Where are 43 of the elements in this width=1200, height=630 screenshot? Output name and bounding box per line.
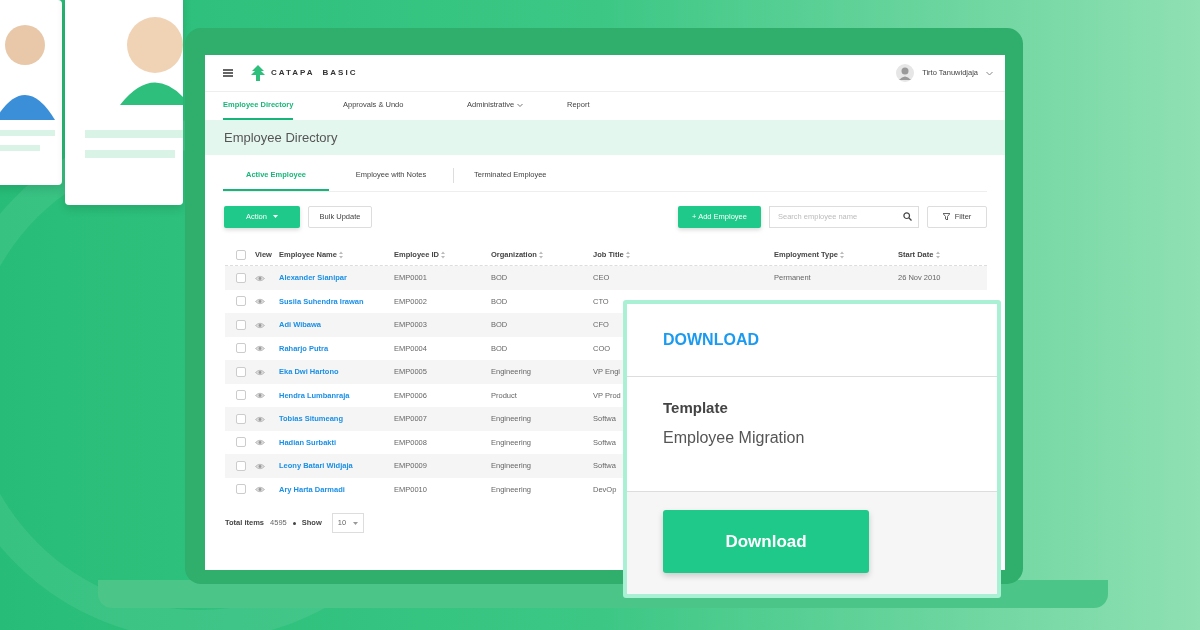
sort-icon[interactable] xyxy=(339,251,344,260)
caret-icon xyxy=(352,521,358,525)
row-checkbox[interactable] xyxy=(236,413,246,424)
sort-icon[interactable] xyxy=(538,251,543,260)
eye-icon[interactable] xyxy=(255,298,265,306)
sort-icon[interactable] xyxy=(625,251,630,260)
row-checkbox[interactable] xyxy=(236,390,246,401)
menu-icon[interactable] xyxy=(223,69,233,77)
row-checkbox[interactable] xyxy=(236,319,246,330)
avatar-icon[interactable] xyxy=(896,64,915,82)
row-checkbox[interactable] xyxy=(236,366,246,377)
edition-label: BASIC xyxy=(322,67,358,79)
dialog-heading: DOWNLOAD xyxy=(663,330,759,350)
eye-icon[interactable] xyxy=(255,392,265,400)
row-checkbox[interactable] xyxy=(236,296,246,307)
eye-icon[interactable] xyxy=(255,462,265,470)
select-all-checkbox[interactable] xyxy=(236,250,246,260)
row-checkbox[interactable] xyxy=(236,343,246,354)
row-checkbox[interactable] xyxy=(236,484,246,495)
eye-icon[interactable] xyxy=(255,321,265,329)
filter-icon[interactable] xyxy=(942,213,950,220)
template-label: Template xyxy=(663,398,728,418)
template-name: Employee Migration xyxy=(663,427,805,448)
eye-icon[interactable] xyxy=(255,274,265,282)
page-title: Employee Directory xyxy=(224,128,338,147)
sort-icon[interactable] xyxy=(840,251,845,260)
eye-icon[interactable] xyxy=(255,486,265,494)
eye-icon[interactable] xyxy=(255,439,265,447)
brand-name: CATAPA xyxy=(271,67,315,79)
eye-icon[interactable] xyxy=(255,345,265,353)
sort-icon[interactable] xyxy=(935,251,940,260)
search-icon[interactable] xyxy=(903,211,912,221)
tree-logo-icon xyxy=(249,64,267,82)
separator-dot-icon xyxy=(292,521,296,525)
row-checkbox[interactable] xyxy=(236,272,246,283)
chevron-down-icon[interactable] xyxy=(986,70,993,76)
caret-icon xyxy=(272,215,278,218)
chevron-down-icon xyxy=(517,102,524,108)
sort-icon[interactable] xyxy=(441,251,446,260)
eye-icon[interactable] xyxy=(255,415,265,423)
row-checkbox[interactable] xyxy=(236,460,246,471)
row-checkbox[interactable] xyxy=(236,437,246,448)
eye-icon[interactable] xyxy=(255,368,265,376)
